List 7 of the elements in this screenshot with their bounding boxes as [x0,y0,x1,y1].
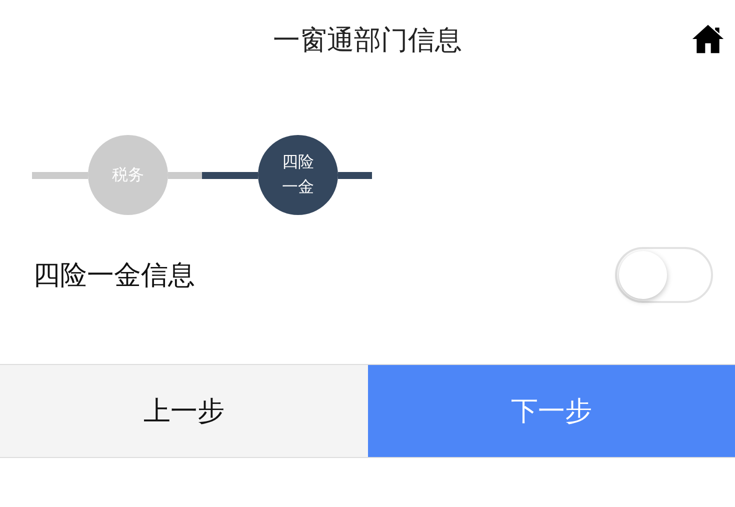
step-circle: 四险一金 [258,135,338,215]
back-button[interactable]: 上一步 [0,365,368,457]
page-title: 一窗通部门信息 [273,24,462,58]
home-icon[interactable] [691,22,725,56]
setting-label: 四险一金信息 [33,259,195,293]
step-connector [32,172,88,178]
step-connector [338,172,372,178]
